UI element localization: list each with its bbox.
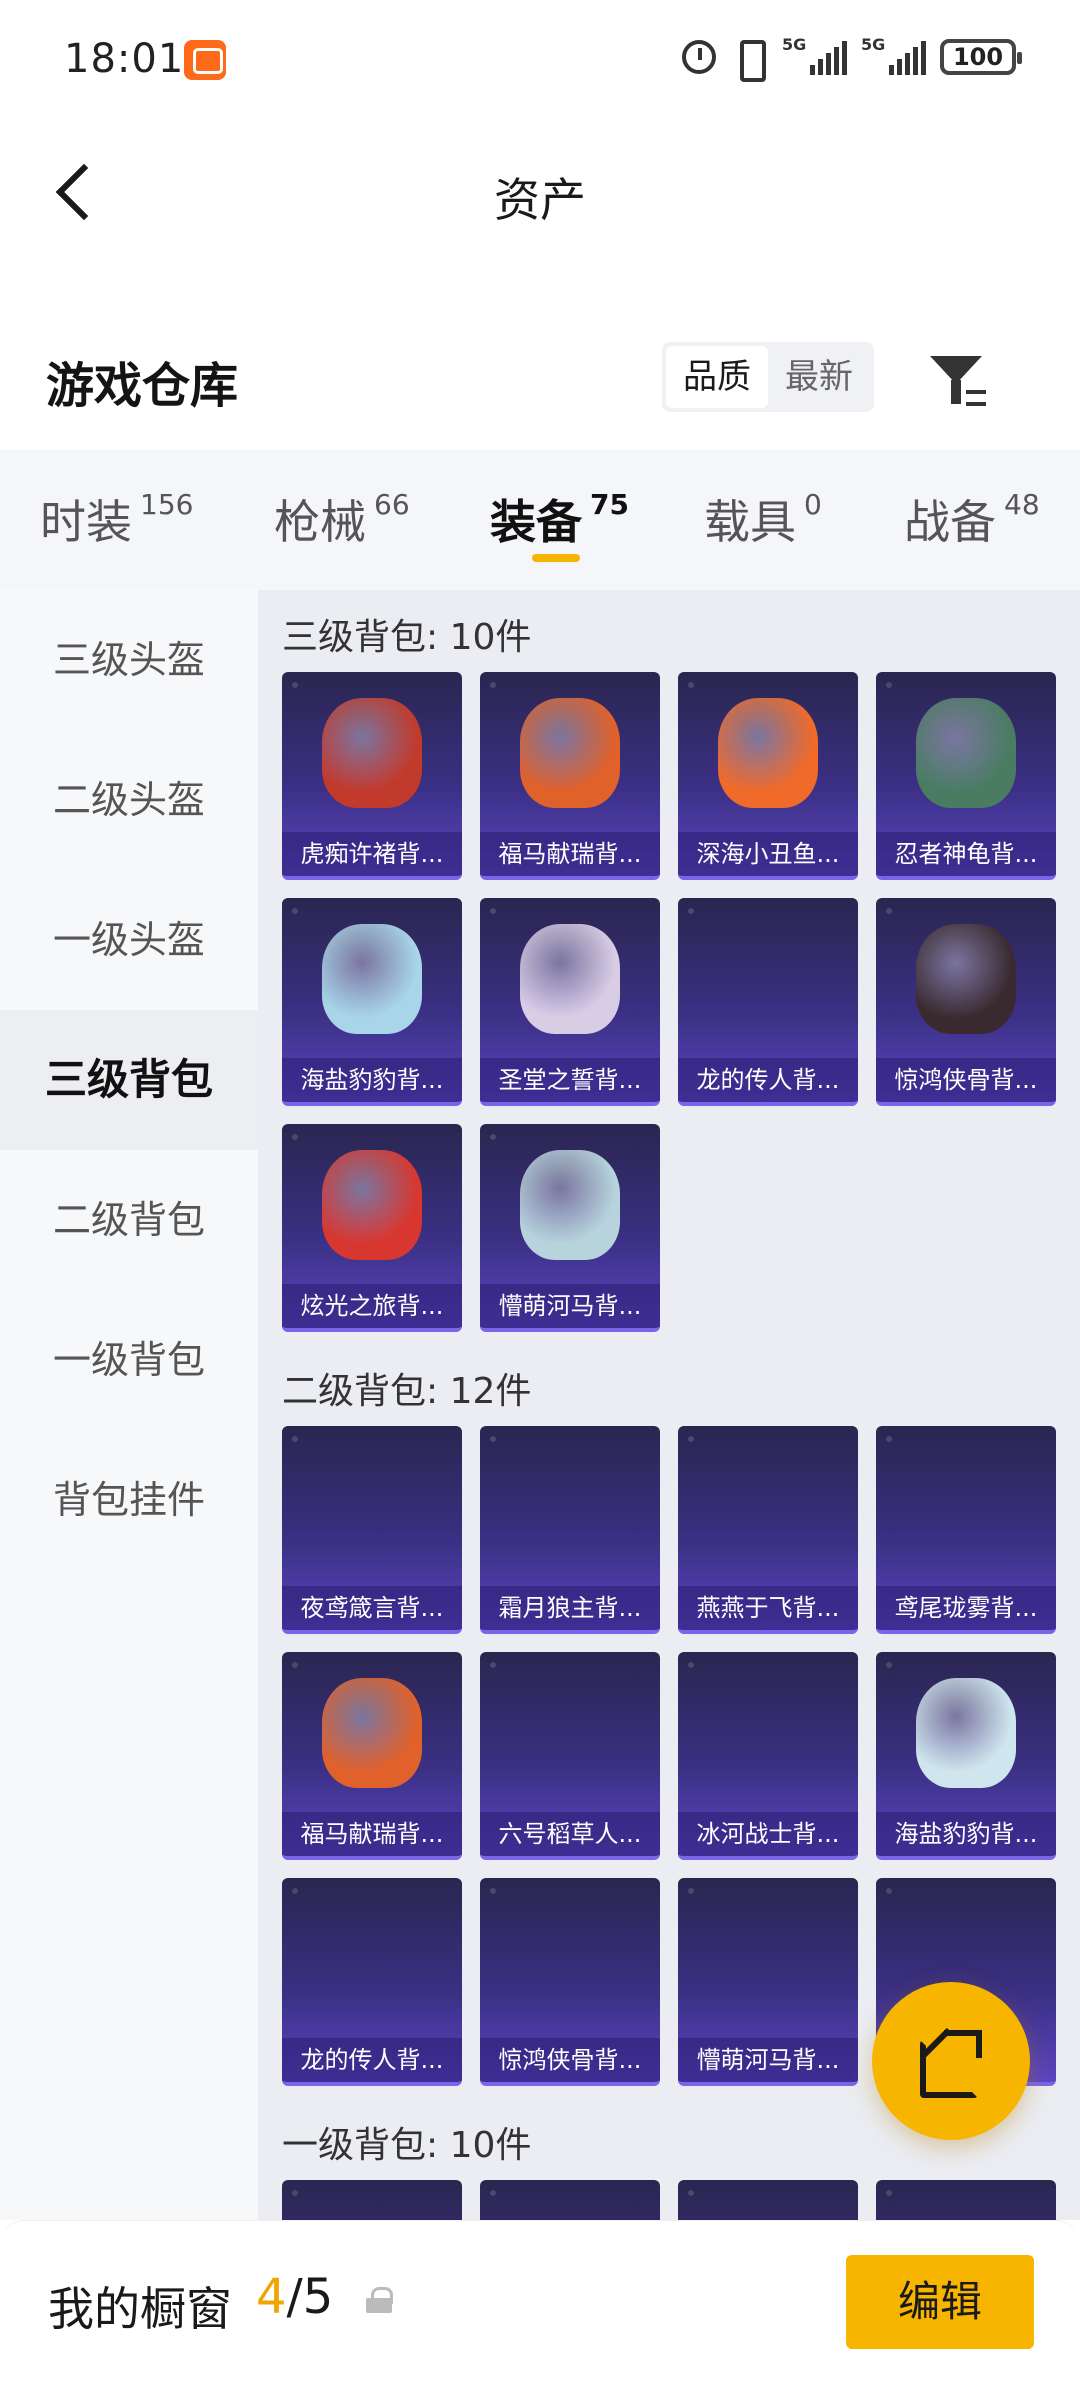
item-card[interactable]: 燕燕于飞背... bbox=[678, 1426, 858, 1634]
item-name: 惊鸿侠骨背... bbox=[876, 1058, 1056, 1102]
vibrate-icon bbox=[730, 38, 768, 82]
edit-button[interactable]: 编辑 bbox=[846, 2255, 1034, 2349]
backpack-image bbox=[916, 698, 1016, 808]
sidebar-item-lv1-backpack[interactable]: 一级背包 bbox=[0, 1290, 258, 1430]
backpack-image bbox=[916, 924, 1016, 1034]
item-name: 福马献瑞背... bbox=[282, 1812, 462, 1856]
showcase-label: 我的橱窗 bbox=[48, 2282, 232, 2336]
page-title: 资产 bbox=[494, 173, 586, 227]
item-name: 圣堂之誓背... bbox=[480, 1058, 660, 1102]
item-card[interactable]: 懵萌河马背... bbox=[678, 1878, 858, 2086]
item-card[interactable]: 懵萌河马背... bbox=[480, 1124, 660, 1332]
item-name: 龙的传人背... bbox=[678, 1058, 858, 1102]
status-time: 18:01 bbox=[64, 36, 185, 82]
item-card[interactable]: 龙的传人背... bbox=[678, 898, 858, 1106]
sidebar-item-lv2-helmet[interactable]: 二级头盔 bbox=[0, 730, 258, 870]
status-bar: 18:01 5G 5G 100 bbox=[0, 0, 1080, 120]
tab-fashion[interactable]: 时装 156 bbox=[40, 486, 193, 552]
item-card[interactable]: 深海小丑鱼... bbox=[678, 672, 858, 880]
category-tabs: 时装 156 枪械 66 装备 75 载具 0 战备 48 bbox=[0, 450, 1080, 590]
sort-toggle: 品质 最新 bbox=[662, 342, 874, 412]
item-card[interactable] bbox=[678, 2180, 858, 2220]
item-name: 忍者神龟背... bbox=[876, 832, 1056, 876]
sort-quality-button[interactable]: 品质 bbox=[666, 346, 768, 408]
backpack-image bbox=[520, 924, 620, 1034]
item-name: 夜鸢箴言背... bbox=[282, 1586, 462, 1630]
status-icons: 5G 5G 100 bbox=[682, 35, 1022, 82]
tab-firearms[interactable]: 枪械 66 bbox=[274, 486, 410, 552]
sidebar-item-lv3-backpack[interactable]: 三级背包 bbox=[0, 1010, 258, 1150]
item-card[interactable]: 夜鸢箴言背... bbox=[282, 1426, 462, 1634]
filter-icon[interactable] bbox=[926, 350, 986, 410]
backpack-image bbox=[520, 698, 620, 808]
section-title: 一级背包: 10件 bbox=[282, 2125, 532, 2166]
tab-supplies[interactable]: 战备 48 bbox=[904, 486, 1040, 552]
item-card[interactable]: 圣堂之誓背... bbox=[480, 898, 660, 1106]
item-card[interactable] bbox=[282, 2180, 462, 2220]
item-name: 龙的传人背... bbox=[282, 2038, 462, 2082]
item-card[interactable]: 惊鸿侠骨背... bbox=[480, 1878, 660, 2086]
item-name: 福马献瑞背... bbox=[480, 832, 660, 876]
alarm-icon bbox=[682, 40, 716, 74]
item-name: 海盐豹豹背... bbox=[876, 1812, 1056, 1856]
warehouse-header: 游戏仓库 品质 最新 bbox=[0, 320, 1080, 440]
item-grid-panel: 三级背包: 10件 虎痴许褚背... 福马献瑞背... 深海小丑鱼... 忍者神龟背..… bbox=[258, 590, 1080, 2220]
item-card[interactable]: 六号稻草人... bbox=[480, 1652, 660, 1860]
signal-icon: 5G bbox=[782, 35, 847, 75]
item-name: 深海小丑鱼... bbox=[678, 832, 858, 876]
section-title: 二级背包: 12件 bbox=[282, 1371, 532, 1412]
item-card[interactable]: 霜月狼主背... bbox=[480, 1426, 660, 1634]
item-card[interactable]: 龙的传人背... bbox=[282, 1878, 462, 2086]
backpack-image bbox=[520, 1150, 620, 1260]
backpack-image bbox=[322, 924, 422, 1034]
item-name: 霜月狼主背... bbox=[480, 1586, 660, 1630]
item-card[interactable]: 海盐豹豹背... bbox=[282, 898, 462, 1106]
sidebar-item-lv3-helmet[interactable]: 三级头盔 bbox=[0, 590, 258, 730]
item-name: 鸢尾珑雾背... bbox=[876, 1586, 1056, 1630]
item-name: 炫光之旅背... bbox=[282, 1284, 462, 1328]
sidebar-item-lv1-helmet[interactable]: 一级头盔 bbox=[0, 870, 258, 1010]
signal-icon-2: 5G bbox=[861, 35, 926, 75]
item-card[interactable]: 冰河战士背... bbox=[678, 1652, 858, 1860]
sidebar-item-backpack-charms[interactable]: 背包挂件 bbox=[0, 1430, 258, 1570]
item-card[interactable]: 鸢尾珑雾背... bbox=[876, 1426, 1056, 1634]
item-card[interactable]: 海盐豹豹背... bbox=[876, 1652, 1056, 1860]
warehouse-title: 游戏仓库 bbox=[46, 358, 239, 414]
item-name: 冰河战士背... bbox=[678, 1812, 858, 1856]
active-tab-indicator bbox=[532, 554, 580, 562]
item-name: 燕燕于飞背... bbox=[678, 1586, 858, 1630]
item-name: 虎痴许褚背... bbox=[282, 832, 462, 876]
item-name: 六号稻草人... bbox=[480, 1812, 660, 1856]
app-header: 资产 bbox=[0, 120, 1080, 260]
backpack-image bbox=[718, 698, 818, 808]
battery-icon: 100 bbox=[940, 39, 1022, 75]
tab-vehicles[interactable]: 载具 0 bbox=[704, 486, 822, 552]
item-card[interactable]: 惊鸿侠骨背... bbox=[876, 898, 1056, 1106]
showcase-bar: 我的橱窗 4/5 编辑 bbox=[0, 2220, 1080, 2382]
item-card[interactable]: 福马献瑞背... bbox=[480, 672, 660, 880]
item-card[interactable] bbox=[480, 2180, 660, 2220]
backpack-image bbox=[322, 1678, 422, 1788]
item-name: 海盐豹豹背... bbox=[282, 1058, 462, 1102]
item-name: 懵萌河马背... bbox=[678, 2038, 858, 2082]
item-name: 惊鸿侠骨背... bbox=[480, 2038, 660, 2082]
item-card[interactable] bbox=[876, 2180, 1056, 2220]
item-card[interactable]: 虎痴许褚背... bbox=[282, 672, 462, 880]
tab-equipment[interactable]: 装备 75 bbox=[490, 486, 629, 552]
subcategory-sidebar: 三级头盔 二级头盔 一级头盔 三级背包 二级背包 一级背包 背包挂件 bbox=[0, 590, 258, 2220]
showcase-count: 4/5 bbox=[256, 2269, 334, 2325]
item-card[interactable]: 忍者神龟背... bbox=[876, 672, 1056, 880]
video-app-icon bbox=[184, 40, 226, 80]
lock-icon bbox=[366, 2287, 393, 2313]
share-button[interactable] bbox=[872, 1982, 1030, 2140]
item-card[interactable]: 福马献瑞背... bbox=[282, 1652, 462, 1860]
item-card[interactable]: 炫光之旅背... bbox=[282, 1124, 462, 1332]
sort-newest-button[interactable]: 最新 bbox=[768, 346, 870, 408]
backpack-image bbox=[322, 698, 422, 808]
backpack-image bbox=[916, 1678, 1016, 1788]
backpack-image bbox=[322, 1150, 422, 1260]
item-name: 懵萌河马背... bbox=[480, 1284, 660, 1328]
sidebar-item-lv2-backpack[interactable]: 二级背包 bbox=[0, 1150, 258, 1290]
section-title: 三级背包: 10件 bbox=[282, 617, 532, 658]
